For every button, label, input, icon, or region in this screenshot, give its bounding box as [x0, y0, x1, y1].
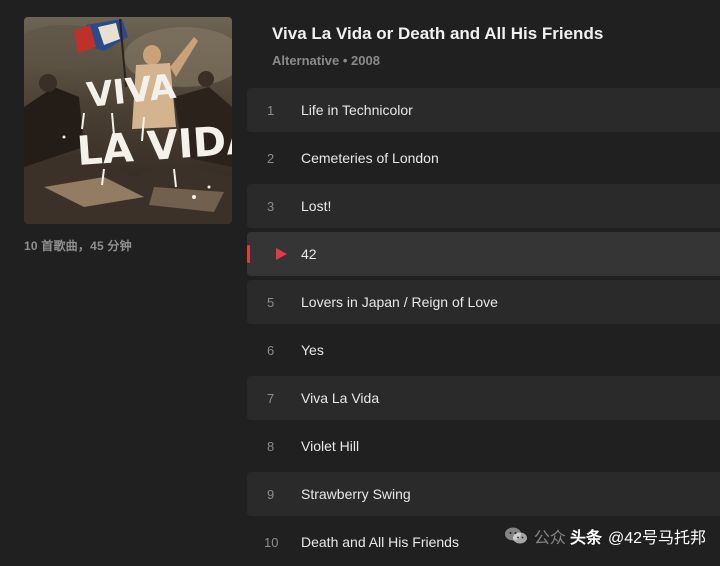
track-number: 1 [267, 102, 275, 118]
track-row-playing[interactable]: 42 [247, 232, 720, 276]
watermark-brand: 头条 [569, 530, 602, 547]
track-title: Life in Technicolor [301, 102, 413, 118]
now-playing-indicator [247, 245, 250, 263]
album-summary: 10 首歌曲，45 分钟 [24, 239, 132, 253]
track-title: Violet Hill [301, 438, 360, 454]
track-title: Strawberry Swing [301, 486, 411, 502]
track-row[interactable]: 6 Yes [247, 328, 720, 372]
track-number: 9 [267, 486, 275, 502]
track-title: 42 [301, 246, 317, 262]
track-title: Cemeteries of London [301, 150, 439, 166]
album-title: Viva La Vida or Death and All His Friend… [272, 24, 604, 43]
watermark-handle: @42号马托邦 [607, 530, 706, 547]
album-year: 2008 [351, 53, 380, 68]
track-number: 8 [267, 438, 275, 454]
track-title: Viva La Vida [301, 390, 380, 406]
watermark: 公众 头条 @42号马托邦 [504, 524, 706, 548]
album-genre[interactable]: Alternative [272, 53, 339, 68]
album-cover-image: VIVA LA VIDA [24, 17, 232, 224]
track-number: 7 [267, 390, 275, 406]
track-list: 1 Life in Technicolor 2 Cemeteries of Lo… [247, 88, 720, 566]
track-row[interactable]: 2 Cemeteries of London [247, 136, 720, 180]
track-title: Death and All His Friends [301, 534, 459, 550]
track-title: Lovers in Japan / Reign of Love [301, 294, 498, 310]
wechat-icon [504, 527, 527, 544]
track-number: 6 [267, 342, 275, 358]
track-number: 3 [267, 198, 275, 214]
track-row[interactable]: 5 Lovers in Japan / Reign of Love [247, 280, 720, 324]
track-number: 10 [264, 534, 279, 550]
track-number: 2 [267, 150, 275, 166]
album-meta: Alternative • 2008 [272, 53, 380, 68]
track-row[interactable]: 3 Lost! [247, 184, 720, 228]
track-row[interactable]: 7 Viva La Vida [247, 376, 720, 420]
watermark-prefix: 公众 [533, 530, 566, 547]
meta-separator: • [342, 53, 348, 68]
track-title: Lost! [301, 198, 332, 214]
track-row[interactable]: 8 Violet Hill [247, 424, 720, 468]
album-cover-art[interactable]: VIVA LA VIDA [24, 17, 232, 224]
track-number: 5 [267, 294, 275, 310]
track-row[interactable]: 9 Strawberry Swing [247, 472, 720, 516]
track-title: Yes [301, 342, 324, 358]
play-icon[interactable] [276, 248, 287, 260]
album-page: VIVA LA VIDA 10 首歌曲，45 分钟 Viva La Vida o… [0, 0, 720, 566]
track-row[interactable]: 1 Life in Technicolor [247, 88, 720, 132]
